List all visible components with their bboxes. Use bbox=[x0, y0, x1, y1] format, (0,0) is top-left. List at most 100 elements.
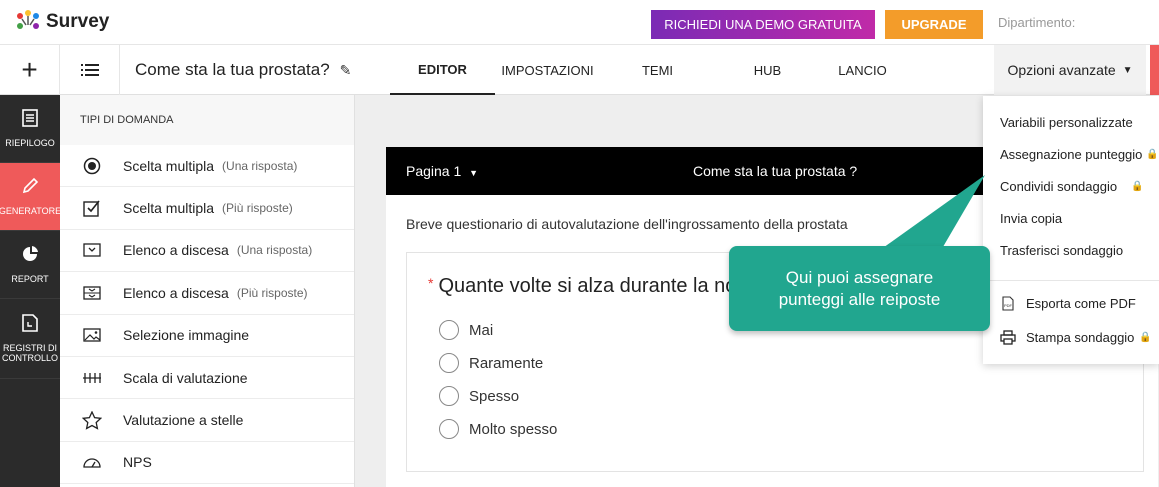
answer-option[interactable]: Molto spesso bbox=[439, 419, 557, 439]
rail-item-riepilogo[interactable]: RIEPILOGO bbox=[0, 95, 60, 163]
document-icon bbox=[22, 109, 38, 132]
caret-down-icon: ▼ bbox=[1122, 64, 1133, 76]
editor-tabs: EDITOR IMPOSTAZIONI TEMI HUB LANCIO bbox=[390, 45, 905, 95]
question-type-sub: (Una risposta) bbox=[222, 158, 298, 173]
option-label: Mai bbox=[469, 321, 494, 339]
plus-icon: + bbox=[21, 54, 38, 85]
rail-item-generatore[interactable]: GENERATORE bbox=[0, 163, 62, 231]
lock-icon: 🔒 bbox=[1139, 331, 1152, 343]
menu-item-custom-variables[interactable]: Variabili personalizzate bbox=[1000, 115, 1133, 130]
pencil-icon bbox=[21, 177, 39, 200]
tab-impostazioni[interactable]: IMPOSTAZIONI bbox=[495, 45, 600, 95]
editor-toolbar: + Come sta la tua prostata? ✎ EDITOR IMP… bbox=[0, 45, 1159, 95]
gauge-icon bbox=[82, 452, 102, 472]
department-label: Dipartimento: bbox=[998, 15, 1076, 30]
question-type-label: Scelta multipla bbox=[123, 200, 215, 217]
side-accent-strip bbox=[1150, 45, 1159, 95]
left-rail: RIEPILOGO GENERATORE REPORT REGISTRI DI … bbox=[0, 95, 62, 487]
question-type-item[interactable]: Selezione immagine bbox=[60, 315, 354, 357]
callout-line-1: Qui puoi assegnare bbox=[785, 267, 934, 287]
scale-icon bbox=[82, 368, 102, 388]
question-types-heading: TIPI DI DOMANDA bbox=[60, 95, 354, 145]
menu-item-label: Invia copia bbox=[1000, 211, 1063, 226]
question-type-item[interactable]: Scelta multipla (Una risposta) bbox=[60, 145, 354, 188]
add-button[interactable]: + bbox=[0, 45, 60, 95]
lock-icon: 🔒 bbox=[1146, 149, 1159, 160]
rail-item-registri[interactable]: REGISTRI DI CONTROLLO bbox=[0, 299, 60, 379]
checkbox-icon bbox=[82, 198, 102, 218]
menu-item-score-assignment[interactable]: Assegnazione punteggio 🔒 bbox=[1000, 147, 1159, 162]
pdf-icon: PDF bbox=[1000, 295, 1016, 311]
star-icon bbox=[82, 410, 102, 430]
answer-option[interactable]: Mai bbox=[439, 320, 493, 340]
edit-title-icon[interactable]: ✎ bbox=[340, 62, 352, 79]
app-logo[interactable]: Survey bbox=[14, 9, 109, 35]
rail-item-report[interactable]: REPORT bbox=[0, 231, 60, 299]
dropdown-icon bbox=[82, 240, 102, 260]
menu-item-label: Stampa sondaggio bbox=[1026, 329, 1135, 345]
svg-text:PDF: PDF bbox=[1004, 303, 1013, 308]
radio-button[interactable] bbox=[439, 320, 459, 340]
rail-label: REPORT bbox=[11, 274, 49, 284]
image-icon bbox=[82, 325, 102, 345]
question-type-item[interactable]: Scala di valutazione bbox=[60, 357, 354, 400]
lock-icon: 🔒 bbox=[1131, 181, 1144, 192]
caret-down-icon: ▼ bbox=[469, 168, 479, 178]
tab-lancio[interactable]: LANCIO bbox=[820, 45, 905, 95]
answer-option[interactable]: Spesso bbox=[439, 386, 519, 406]
survey-title[interactable]: Come sta la tua prostata? ✎ bbox=[135, 60, 351, 80]
question-type-label: Selezione immagine bbox=[123, 327, 250, 344]
page-selector[interactable]: Pagina 1 ▼ bbox=[406, 163, 478, 179]
menu-item-print-survey[interactable]: Stampa sondaggio 🔒 bbox=[1000, 329, 1152, 345]
tab-editor[interactable]: EDITOR bbox=[390, 45, 495, 95]
menu-item-share-survey[interactable]: Condividi sondaggio 🔒 bbox=[1000, 179, 1144, 194]
question-label: Quante volte si alza durante la no bbox=[438, 275, 737, 297]
menu-item-label: Assegnazione punteggio bbox=[1000, 147, 1143, 162]
menu-item-label: Esporta come PDF bbox=[1026, 295, 1136, 311]
menu-item-send-copy[interactable]: Invia copia bbox=[1000, 211, 1062, 226]
callout-line-2: punteggi alle reiposte bbox=[778, 289, 941, 309]
question-type-label: NPS bbox=[123, 454, 152, 471]
question-types-panel: TIPI DI DOMANDA Scelta multipla (Una ris… bbox=[60, 95, 411, 487]
question-type-label: Scelta multipla bbox=[123, 157, 215, 174]
radio-icon bbox=[82, 156, 102, 176]
question-type-sub: (Una risposta) bbox=[236, 243, 313, 258]
tab-hub[interactable]: HUB bbox=[715, 45, 820, 95]
radio-button[interactable] bbox=[439, 419, 459, 439]
question-type-item[interactable]: Elenco a discesa (Una risposta) bbox=[60, 230, 354, 273]
page-label: Pagina 1 bbox=[406, 163, 462, 179]
menu-item-transfer-survey[interactable]: Trasferisci sondaggio bbox=[1000, 243, 1123, 258]
upgrade-button[interactable]: UPGRADE bbox=[885, 10, 983, 39]
menu-item-label: Condividi sondaggio bbox=[1000, 179, 1118, 194]
option-label: Spesso bbox=[469, 387, 520, 405]
list-icon bbox=[80, 64, 99, 76]
menu-list-button[interactable] bbox=[60, 45, 120, 95]
question-text[interactable]: * Quante volte si alza durante la no bbox=[428, 275, 736, 298]
menu-item-export-pdf[interactable]: PDF Esporta come PDF bbox=[1000, 295, 1136, 311]
survey-description[interactable]: Breve questionario di autovalutazione de… bbox=[406, 216, 848, 232]
option-label: Molto spesso bbox=[469, 420, 558, 438]
rail-label: REGISTRI DI CONTROLLO bbox=[1, 343, 58, 363]
rail-label: GENERATORE bbox=[0, 206, 62, 216]
demo-request-button[interactable]: RICHIEDI UNA DEMO GRATUITA bbox=[651, 10, 875, 39]
question-type-item[interactable]: Elenco a discesa (Più risposte) bbox=[60, 272, 354, 315]
advanced-options-button[interactable]: Opzioni avanzate ▼ bbox=[994, 45, 1146, 95]
question-type-item[interactable]: NPS bbox=[60, 442, 354, 485]
required-mark: * bbox=[428, 275, 434, 291]
audit-log-icon bbox=[22, 314, 38, 337]
question-type-item[interactable]: Valutazione a stelle bbox=[60, 399, 354, 442]
survey-logo-icon bbox=[17, 10, 39, 29]
radio-button[interactable] bbox=[439, 353, 459, 373]
question-type-item[interactable]: Scelta multipla (Più risposte) bbox=[60, 187, 354, 230]
survey-title-text: Come sta la tua prostata? bbox=[135, 60, 330, 79]
radio-button[interactable] bbox=[439, 386, 459, 406]
question-type-label: Valutazione a stelle bbox=[123, 412, 244, 429]
top-bar: Survey RICHIEDI UNA DEMO GRATUITA UPGRAD… bbox=[0, 0, 1159, 45]
option-label: Raramente bbox=[469, 354, 544, 372]
tab-temi[interactable]: TEMI bbox=[600, 45, 715, 95]
answer-option[interactable]: Raramente bbox=[439, 353, 543, 373]
question-type-label: Elenco a discesa bbox=[123, 242, 229, 259]
advanced-options-menu: Variabili personalizzate Assegnazione pu… bbox=[983, 96, 1159, 364]
menu-divider bbox=[983, 280, 1159, 281]
multi-dropdown-icon bbox=[82, 283, 102, 303]
